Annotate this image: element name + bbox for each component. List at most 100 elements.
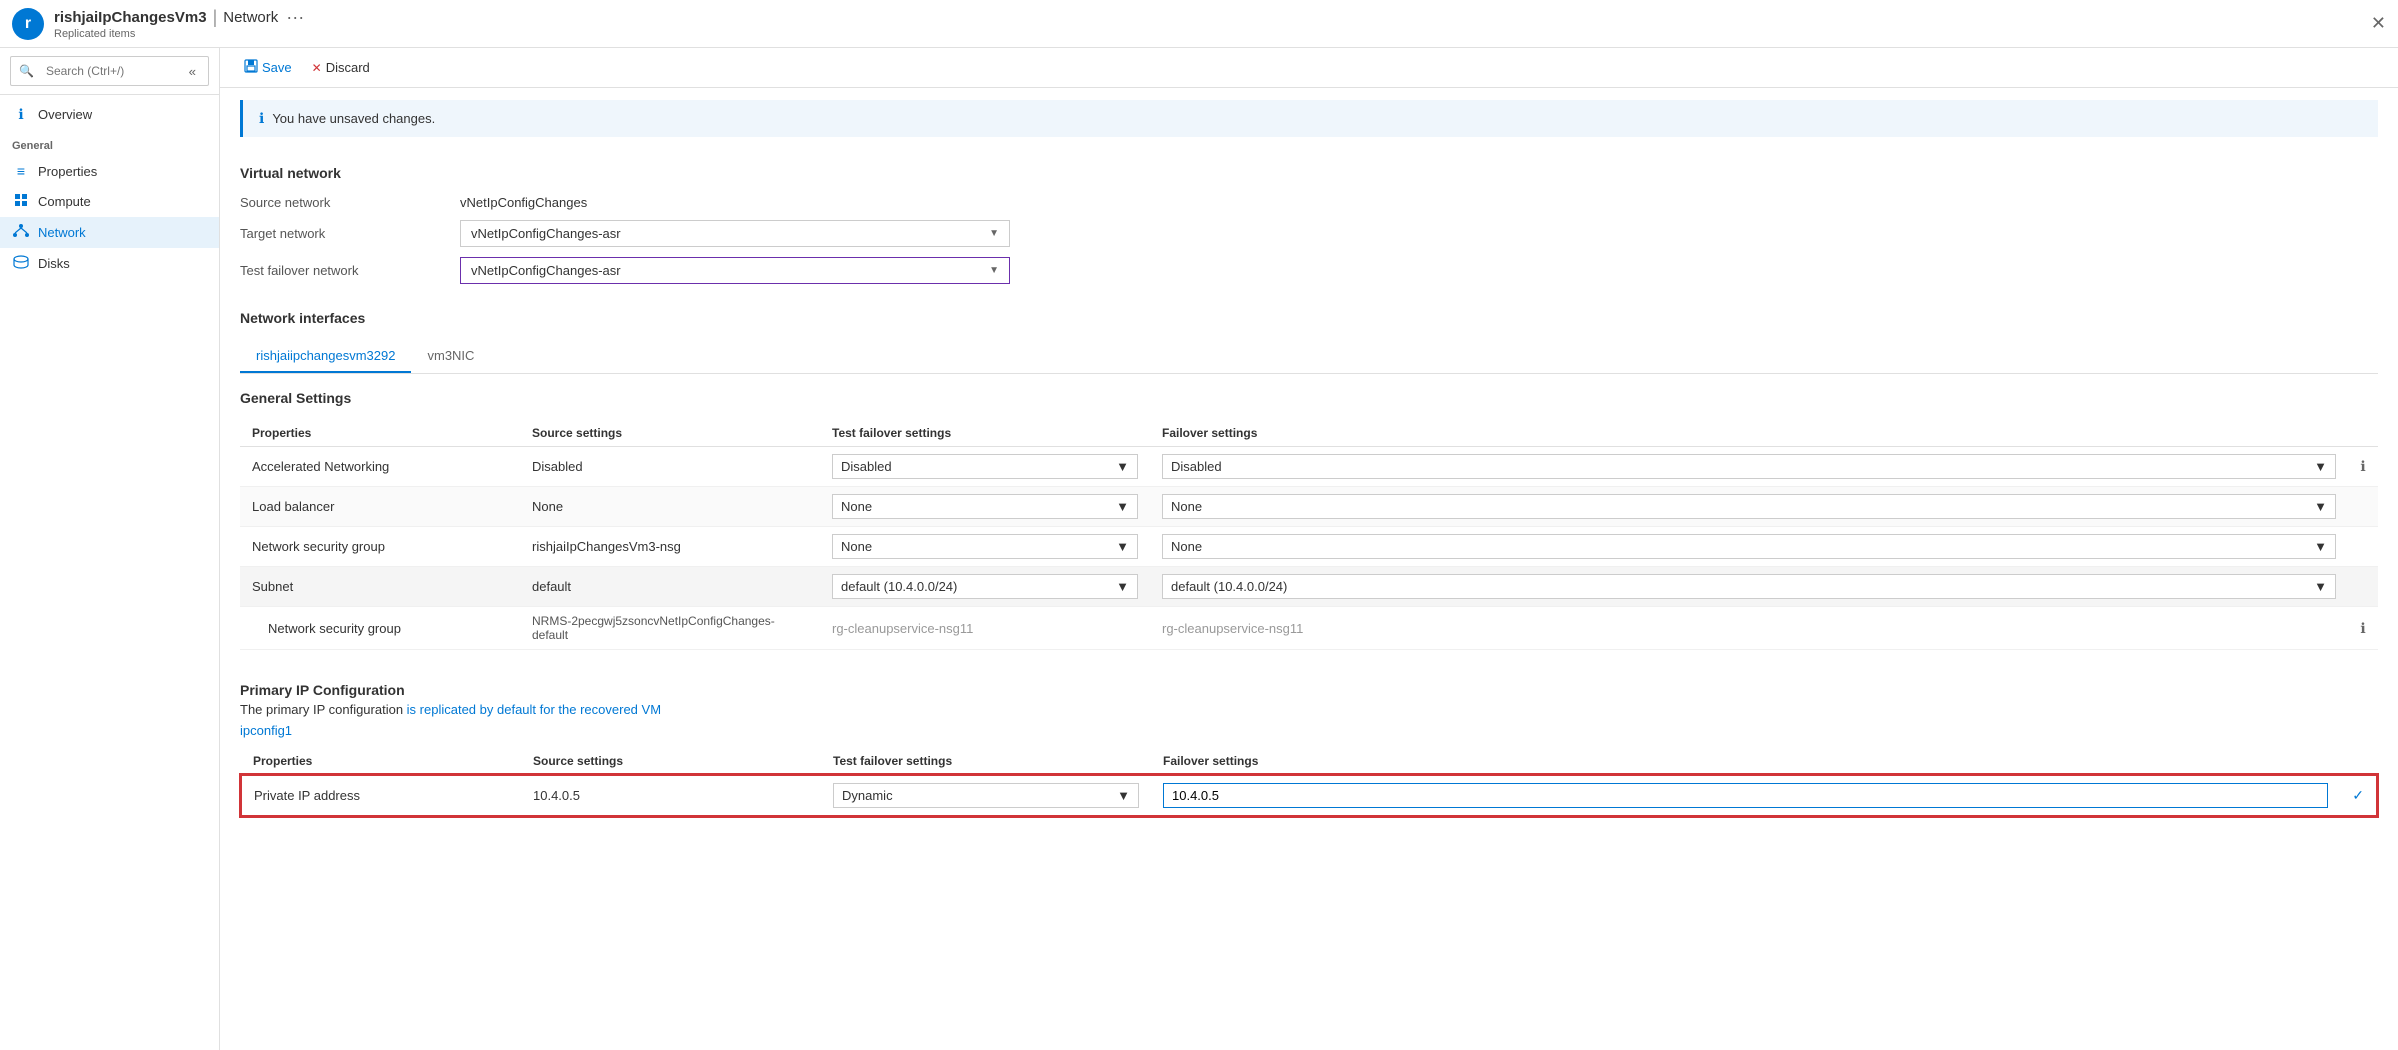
general-settings-table: Properties Source settings Test failover… — [240, 420, 2378, 650]
checkmark-icon: ✓ — [2352, 787, 2364, 803]
col-header-source: Source settings — [520, 420, 820, 447]
subnet-fail-dropdown[interactable]: default (10.4.0.0/24) ▼ — [1162, 574, 2336, 599]
tab-nic1[interactable]: rishjaiipchangesvm3292 — [240, 340, 411, 373]
sidebar-item-label: Disks — [38, 256, 70, 271]
dropdown-chevron-icon: ▼ — [1117, 788, 1130, 803]
dropdown-value: default (10.4.0.0/24) — [841, 579, 957, 594]
sidebar-item-disks[interactable]: Disks — [0, 248, 219, 279]
virtual-network-section: Virtual network Source network vNetIpCon… — [220, 149, 2398, 310]
sidebar-nav: ℹ Overview General ≡ Properties Compute — [0, 95, 219, 283]
dropdown-value: Disabled — [841, 459, 892, 474]
dropdown-arrow-icon: ▼ — [989, 265, 999, 276]
info-banner: ℹ You have unsaved changes. — [240, 100, 2378, 137]
test-failover-cell: None ▼ — [820, 527, 1150, 567]
header-more-icon[interactable]: ··· — [286, 7, 304, 28]
lb-fail-dropdown[interactable]: None ▼ — [1162, 494, 2336, 519]
dropdown-value: Disabled — [1171, 459, 1222, 474]
prop-cell: Network security group — [240, 607, 520, 650]
primary-ip-table: Properties Source settings Test failover… — [240, 748, 2378, 817]
test-failover-cell: None ▼ — [820, 487, 1150, 527]
test-failover-cell: Dynamic ▼ — [821, 775, 1151, 816]
close-button[interactable]: ✕ — [2371, 13, 2386, 34]
info-cell: ℹ — [2348, 447, 2378, 487]
test-failover-dropdown[interactable]: vNetIpConfigChanges-asr ▼ — [460, 257, 1010, 284]
overview-icon: ℹ — [12, 106, 30, 123]
private-ip-failover-input[interactable] — [1163, 783, 2328, 808]
col-header-properties: Properties — [240, 420, 520, 447]
info-circle-icon: ℹ — [2360, 458, 2365, 474]
properties-icon: ≡ — [12, 163, 30, 179]
info-message: You have unsaved changes. — [272, 111, 435, 126]
tab-nic2[interactable]: vm3NIC — [411, 340, 490, 373]
col-header-source: Source settings — [521, 748, 821, 775]
table-row: Accelerated Networking Disabled Disabled… — [240, 447, 2378, 487]
source-cell: NRMS-2pecgwj5zsoncvNetIpConfigChanges-de… — [520, 607, 820, 650]
info-circle-icon: ℹ — [2360, 620, 2365, 636]
info-cell: ✓ — [2340, 775, 2377, 816]
desc-prefix: The primary IP configuration — [240, 702, 407, 717]
dropdown-chevron-icon: ▼ — [2314, 459, 2327, 474]
sidebar-search-container: 🔍 « — [0, 48, 219, 95]
primary-ip-link[interactable]: is replicated by default for the recover… — [407, 702, 661, 717]
source-cell: default — [520, 567, 820, 607]
discard-label: Discard — [326, 60, 370, 75]
dropdown-arrow-icon: ▼ — [989, 228, 999, 239]
ipconfig-label[interactable]: ipconfig1 — [240, 723, 2378, 738]
target-network-dropdown[interactable]: vNetIpConfigChanges-asr ▼ — [460, 220, 1010, 247]
dropdown-chevron-icon: ▼ — [2314, 499, 2327, 514]
prop-cell: Network security group — [240, 527, 520, 567]
test-failover-label: Test failover network — [240, 263, 460, 278]
accel-fail-dropdown[interactable]: Disabled ▼ — [1162, 454, 2336, 479]
info-icon: ℹ — [259, 110, 264, 127]
col-header-failover: Failover settings — [1150, 420, 2348, 447]
prop-cell: Subnet — [240, 567, 520, 607]
lb-test-dropdown[interactable]: None ▼ — [832, 494, 1138, 519]
private-ip-test-dropdown[interactable]: Dynamic ▼ — [833, 783, 1139, 808]
header-separator: | — [213, 7, 218, 28]
sidebar-item-label: Network — [38, 225, 86, 240]
header-subtitle: Replicated items — [54, 28, 304, 40]
accel-test-dropdown[interactable]: Disabled ▼ — [832, 454, 1138, 479]
sidebar-item-overview[interactable]: ℹ Overview — [0, 99, 219, 130]
collapse-button[interactable]: « — [185, 62, 200, 81]
col-header-test: Test failover settings — [821, 748, 1151, 775]
general-settings-area: General Settings Properties Source setti… — [240, 390, 2378, 650]
failover-cell — [1151, 775, 2340, 816]
discard-button[interactable]: ✕ Discard — [304, 56, 378, 79]
dropdown-chevron-icon: ▼ — [1116, 459, 1129, 474]
table-row: Network security group rishjaiIpChangesV… — [240, 527, 2378, 567]
nsg-test-dropdown[interactable]: None ▼ — [832, 534, 1138, 559]
target-network-label: Target network — [240, 226, 460, 241]
dropdown-value: None — [1171, 499, 1202, 514]
test-failover-cell: Disabled ▼ — [820, 447, 1150, 487]
col-header-test: Test failover settings — [820, 420, 1150, 447]
nsg2-fail-value: rg-cleanupservice-nsg11 — [1162, 621, 1303, 636]
main-content: ℹ You have unsaved changes. Virtual netw… — [220, 88, 2398, 1050]
failover-cell: Disabled ▼ — [1150, 447, 2348, 487]
dropdown-value: Dynamic — [842, 788, 893, 803]
sidebar-item-compute[interactable]: Compute — [0, 186, 219, 217]
general-settings-title: General Settings — [240, 390, 2378, 406]
table-row: Load balancer None None ▼ — [240, 487, 2378, 527]
save-label: Save — [262, 60, 292, 75]
info-cell — [2348, 487, 2378, 527]
failover-cell: None ▼ — [1150, 527, 2348, 567]
nsg-fail-dropdown[interactable]: None ▼ — [1162, 534, 2336, 559]
dropdown-chevron-icon: ▼ — [2314, 539, 2327, 554]
app-logo: r — [12, 8, 44, 40]
primary-ip-desc: The primary IP configuration is replicat… — [240, 702, 2378, 717]
search-input[interactable] — [38, 60, 185, 82]
dropdown-chevron-icon: ▼ — [1116, 579, 1129, 594]
target-network-row: Target network vNetIpConfigChanges-asr ▼ — [240, 220, 2378, 247]
network-interfaces-title: Network interfaces — [240, 310, 2378, 326]
table-row: Network security group NRMS-2pecgwj5zson… — [240, 607, 2378, 650]
source-network-value: vNetIpConfigChanges — [460, 195, 587, 210]
sidebar-item-label: Overview — [38, 107, 92, 122]
subnet-test-dropdown[interactable]: default (10.4.0.0/24) ▼ — [832, 574, 1138, 599]
network-interfaces-section: Network interfaces rishjaiipchangesvm329… — [220, 310, 2398, 682]
sidebar-item-properties[interactable]: ≡ Properties — [0, 156, 219, 186]
save-button[interactable]: Save — [236, 55, 300, 80]
sidebar-item-network[interactable]: Network — [0, 217, 219, 248]
dropdown-chevron-icon: ▼ — [1116, 539, 1129, 554]
failover-cell: rg-cleanupservice-nsg11 — [1150, 607, 2348, 650]
